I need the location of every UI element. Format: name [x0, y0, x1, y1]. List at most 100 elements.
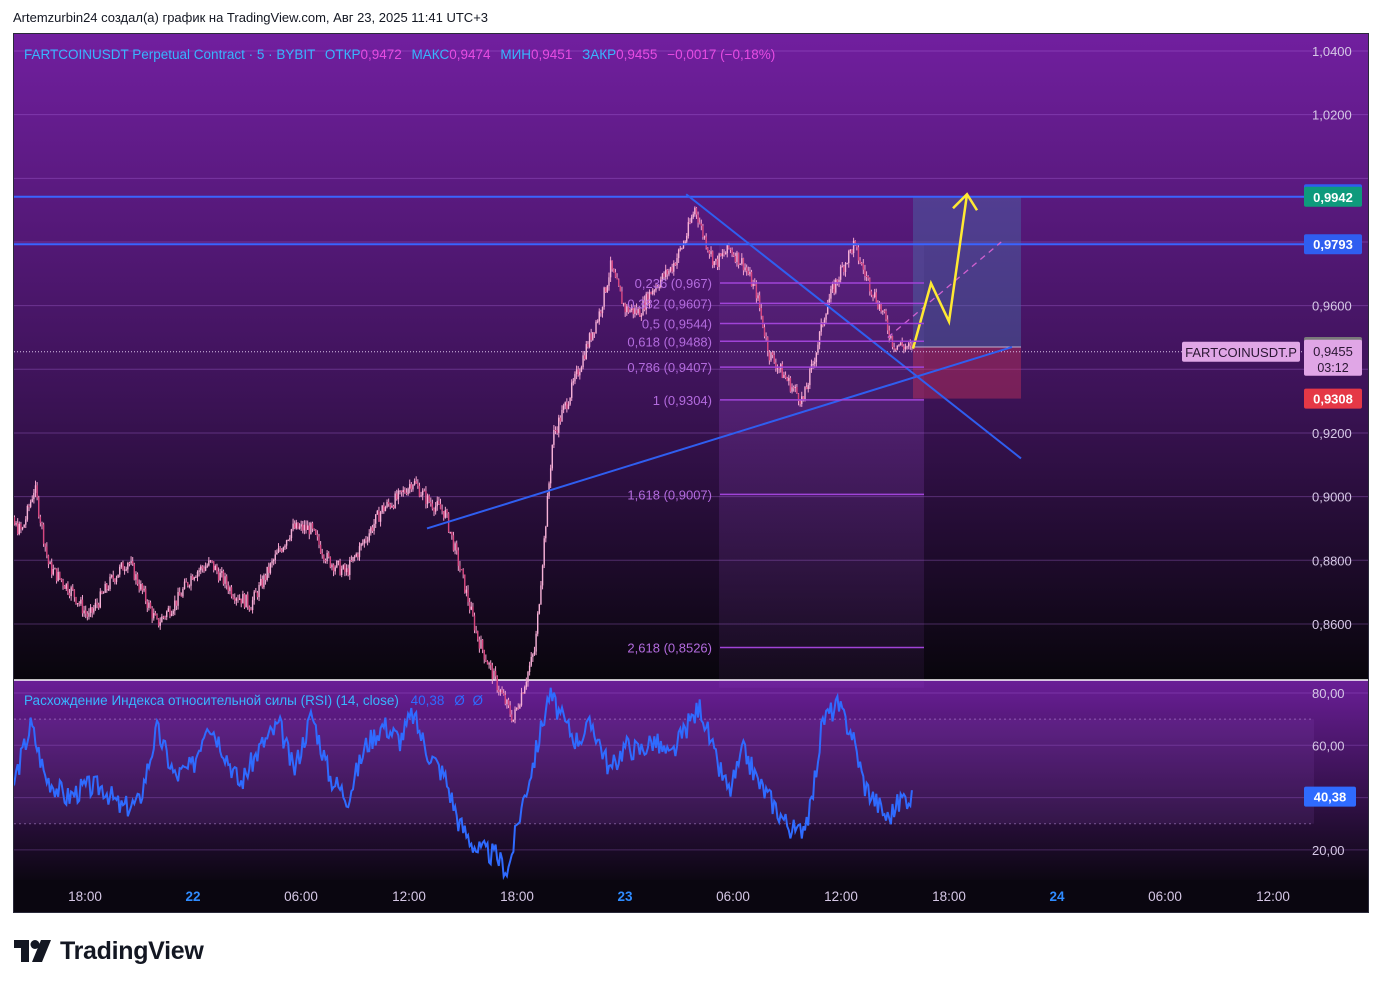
candle-body: [206, 565, 208, 567]
candle-body: [621, 291, 623, 304]
candle-body: [493, 670, 495, 680]
candle-body: [306, 525, 309, 530]
time-axis-tick: 12:00: [392, 889, 426, 904]
candle-body: [444, 510, 447, 518]
candle-body: [242, 594, 244, 604]
candle-body: [387, 501, 390, 505]
candle-body: [807, 385, 809, 390]
candle-body: [590, 333, 592, 340]
candle-body: [334, 567, 336, 572]
candle-body: [85, 610, 87, 614]
candle-body: [55, 568, 58, 581]
candle-body: [805, 387, 808, 390]
rsi-band: [14, 719, 1314, 824]
candle-body: [582, 355, 584, 368]
candle-body: [68, 592, 71, 597]
candle-body: [739, 263, 741, 265]
rsi-axis-tick: 60,00: [1312, 738, 1345, 753]
candle-body: [261, 578, 263, 588]
candle-body: [499, 690, 502, 692]
candle-body: [59, 571, 61, 579]
candle-body: [340, 568, 343, 575]
time-axis-tick: 23: [617, 889, 633, 904]
candle-body: [456, 543, 458, 551]
candle-body: [703, 236, 706, 238]
candle-body: [593, 332, 596, 334]
candle-body: [97, 604, 100, 608]
candle-body: [216, 565, 218, 572]
candle-body: [345, 568, 348, 573]
candle-body: [723, 253, 725, 255]
candle-body: [792, 387, 795, 389]
candle-body: [882, 310, 884, 312]
candle-body: [699, 222, 701, 224]
candle-body: [381, 505, 383, 513]
candle-body: [609, 260, 612, 278]
candle-body: [836, 279, 839, 283]
candle-body: [73, 589, 76, 598]
candle-body: [677, 249, 680, 259]
candle-body: [360, 543, 362, 547]
candle-body: [673, 263, 675, 272]
time-axis-tick: 06:00: [284, 889, 318, 904]
candle-body: [156, 615, 158, 619]
candle-body: [864, 269, 866, 276]
candle-body: [195, 577, 197, 579]
candle-body: [75, 597, 77, 604]
candle-body: [321, 553, 323, 556]
candle-body: [768, 352, 771, 361]
candle-body: [326, 552, 328, 562]
candle-body: [336, 561, 338, 568]
candle-body: [83, 610, 85, 614]
candle-body: [123, 569, 126, 571]
candle-body: [524, 687, 526, 694]
candle-body: [63, 585, 66, 589]
candle-body: [396, 493, 398, 500]
candle-body: [467, 589, 469, 603]
candle-body: [294, 523, 296, 529]
time-axis-tick: 12:00: [1256, 889, 1290, 904]
candle-body: [426, 495, 429, 505]
candle-body: [668, 270, 670, 275]
candle-body: [624, 303, 626, 313]
candle-body: [749, 271, 751, 275]
candle-body: [300, 524, 302, 527]
candle-body: [276, 552, 278, 555]
candle-body: [757, 295, 759, 299]
candle-body: [157, 618, 160, 626]
candle-body: [906, 346, 908, 348]
candle-body: [830, 289, 832, 299]
candle-body: [376, 510, 379, 515]
candle-body: [611, 260, 613, 270]
tradingview-logo-icon: [14, 940, 51, 962]
countdown-label: 03:12: [1317, 361, 1348, 375]
candle-body: [221, 571, 223, 573]
candle-body: [439, 503, 442, 510]
candle-body: [436, 500, 438, 507]
fib-level-label: 1 (0,9304): [653, 393, 712, 408]
candle-body: [546, 496, 549, 527]
candle-body: [613, 269, 615, 273]
candle-body: [606, 285, 609, 293]
candle-body: [669, 267, 672, 271]
chart-svg[interactable]: 0,236 (0,967) 0,382 (0,9607) 0,5 (0,9544) 0…: [14, 34, 1369, 913]
candle-body: [446, 510, 448, 514]
candle-body: [209, 560, 212, 562]
candle-body: [255, 591, 257, 593]
candle-body: [264, 575, 267, 580]
candle-body: [362, 543, 364, 545]
candle-body: [711, 251, 714, 266]
candle-body: [775, 362, 777, 369]
candle-body: [472, 606, 474, 616]
chart-canvas[interactable]: 0,236 (0,967) 0,382 (0,9607) 0,5 (0,9544) 0…: [13, 33, 1369, 913]
candle-body: [558, 417, 560, 433]
long-position-target-zone: [913, 196, 1021, 348]
tradingview-brand[interactable]: TradingView: [14, 934, 204, 968]
price-badge-label: 0,9793: [1313, 237, 1353, 252]
candle-body: [488, 663, 490, 665]
candle-body: [201, 566, 204, 569]
candle-body: [564, 402, 566, 406]
candle-body: [109, 576, 111, 590]
candle-body: [666, 269, 668, 275]
candle-body: [799, 401, 801, 405]
